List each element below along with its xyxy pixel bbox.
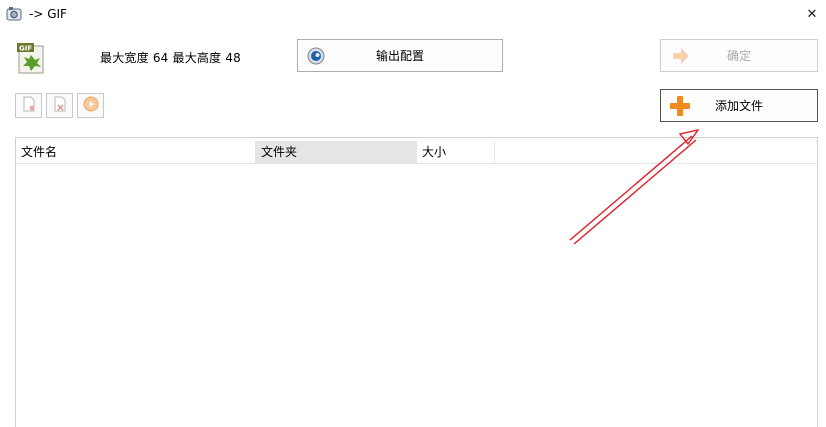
window-title: -> GIF bbox=[29, 7, 67, 21]
app-icon bbox=[6, 6, 22, 22]
plus-icon bbox=[669, 95, 691, 117]
svg-text:GIF: GIF bbox=[19, 45, 32, 53]
delete-document-icon bbox=[53, 96, 67, 115]
annotation-arrow bbox=[569, 128, 700, 245]
max-dimensions-label: 最大宽度 64 最大高度 48 bbox=[100, 51, 241, 65]
config-icon bbox=[307, 47, 325, 65]
document-icon bbox=[22, 96, 36, 115]
ok-button[interactable]: 确定 bbox=[660, 39, 818, 72]
play-icon bbox=[83, 96, 99, 115]
output-config-button[interactable]: 输出配置 bbox=[297, 39, 503, 72]
add-file-button[interactable]: 添加文件 bbox=[660, 89, 818, 122]
arrow-right-icon bbox=[671, 46, 691, 66]
output-config-label: 输出配置 bbox=[375, 49, 424, 63]
play-button[interactable] bbox=[77, 93, 104, 118]
close-button[interactable]: ✕ bbox=[800, 4, 824, 24]
column-header-folder[interactable]: 文件夹 bbox=[256, 141, 417, 163]
close-icon: ✕ bbox=[806, 6, 818, 22]
ok-label: 确定 bbox=[726, 49, 751, 63]
remove-file-button[interactable] bbox=[15, 93, 42, 118]
column-header-filename[interactable]: 文件名 bbox=[16, 141, 256, 163]
column-header-size[interactable]: 大小 bbox=[417, 141, 495, 163]
gif-file-icon: GIF bbox=[16, 42, 46, 74]
add-file-label: 添加文件 bbox=[714, 99, 763, 113]
clear-list-button[interactable] bbox=[46, 93, 73, 118]
